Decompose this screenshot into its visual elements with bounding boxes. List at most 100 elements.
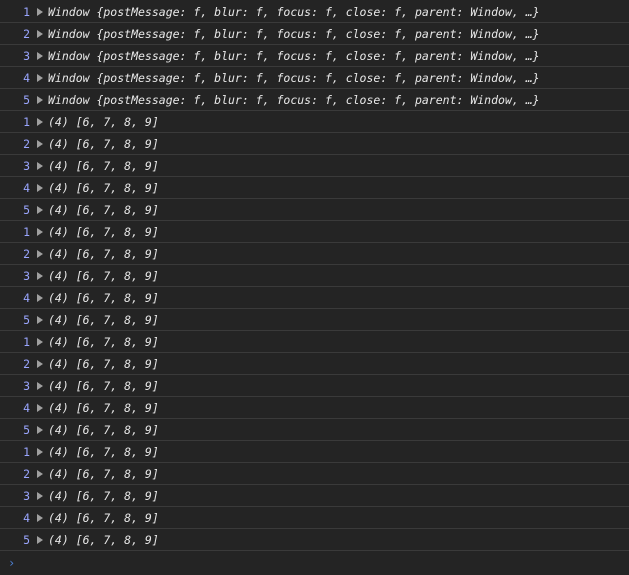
repeat-count: 2 <box>23 356 30 371</box>
expand-triangle-icon[interactable] <box>37 205 43 214</box>
array-preview[interactable]: (4) [6, 7, 8, 9] <box>48 159 159 173</box>
expand-triangle-icon[interactable] <box>37 249 43 258</box>
console-row-array[interactable]: 2 (4) [6, 7, 8, 9] <box>0 243 629 265</box>
console-row-array[interactable]: 4 (4) [6, 7, 8, 9] <box>0 507 629 529</box>
window-object-preview[interactable]: Window {postMessage: f, blur: f, focus: … <box>48 27 540 41</box>
console-row-window[interactable]: 5 Window {postMessage: f, blur: f, focus… <box>0 89 629 111</box>
repeat-count: 5 <box>23 532 30 547</box>
expand-triangle-icon[interactable] <box>37 403 43 412</box>
expand-triangle-icon[interactable] <box>37 271 43 280</box>
repeat-count: 5 <box>23 92 30 107</box>
expand-triangle-icon[interactable] <box>37 359 43 368</box>
array-preview[interactable]: (4) [6, 7, 8, 9] <box>48 137 159 151</box>
expand-triangle-icon[interactable] <box>37 513 43 522</box>
console-row-array[interactable]: 5 (4) [6, 7, 8, 9] <box>0 419 629 441</box>
array-preview[interactable]: (4) [6, 7, 8, 9] <box>48 269 159 283</box>
repeat-count: 3 <box>23 378 30 393</box>
repeat-count: 1 <box>23 224 30 239</box>
console-row-array[interactable]: 5 (4) [6, 7, 8, 9] <box>0 309 629 331</box>
expand-triangle-icon[interactable] <box>37 7 43 16</box>
expand-triangle-icon[interactable] <box>37 381 43 390</box>
array-preview[interactable]: (4) [6, 7, 8, 9] <box>48 335 159 349</box>
expand-triangle-icon[interactable] <box>37 95 43 104</box>
expand-triangle-icon[interactable] <box>37 447 43 456</box>
array-preview[interactable]: (4) [6, 7, 8, 9] <box>48 291 159 305</box>
window-object-preview[interactable]: Window {postMessage: f, blur: f, focus: … <box>48 71 540 85</box>
expand-triangle-icon[interactable] <box>37 161 43 170</box>
expand-triangle-icon[interactable] <box>37 117 43 126</box>
expand-triangle-icon[interactable] <box>37 535 43 544</box>
console-row-array[interactable]: 1 (4) [6, 7, 8, 9] <box>0 111 629 133</box>
expand-triangle-icon[interactable] <box>37 51 43 60</box>
console-row-window[interactable]: 3 Window {postMessage: f, blur: f, focus… <box>0 45 629 67</box>
expand-triangle-icon[interactable] <box>37 227 43 236</box>
expand-triangle-icon[interactable] <box>37 469 43 478</box>
window-object-preview[interactable]: Window {postMessage: f, blur: f, focus: … <box>48 93 540 107</box>
console-row-array[interactable]: 2 (4) [6, 7, 8, 9] <box>0 463 629 485</box>
array-preview[interactable]: (4) [6, 7, 8, 9] <box>48 401 159 415</box>
repeat-count: 2 <box>23 26 30 41</box>
expand-triangle-icon[interactable] <box>37 315 43 324</box>
array-preview[interactable]: (4) [6, 7, 8, 9] <box>48 313 159 327</box>
expand-triangle-icon[interactable] <box>37 491 43 500</box>
expand-triangle-icon[interactable] <box>37 73 43 82</box>
expand-triangle-icon[interactable] <box>37 183 43 192</box>
console-row-array[interactable]: 4 (4) [6, 7, 8, 9] <box>0 287 629 309</box>
repeat-count: 3 <box>23 268 30 283</box>
array-preview[interactable]: (4) [6, 7, 8, 9] <box>48 225 159 239</box>
console-row-array[interactable]: 3 (4) [6, 7, 8, 9] <box>0 155 629 177</box>
repeat-count: 4 <box>23 180 30 195</box>
expand-triangle-icon[interactable] <box>37 139 43 148</box>
array-preview[interactable]: (4) [6, 7, 8, 9] <box>48 181 159 195</box>
array-preview[interactable]: (4) [6, 7, 8, 9] <box>48 379 159 393</box>
array-preview[interactable]: (4) [6, 7, 8, 9] <box>48 445 159 459</box>
array-preview[interactable]: (4) [6, 7, 8, 9] <box>48 467 159 481</box>
expand-triangle-icon[interactable] <box>37 293 43 302</box>
devtools-console: 1 Window {postMessage: f, blur: f, focus… <box>0 0 629 575</box>
array-preview[interactable]: (4) [6, 7, 8, 9] <box>48 423 159 437</box>
console-row-array[interactable]: 3 (4) [6, 7, 8, 9] <box>0 265 629 287</box>
console-messages: 1 Window {postMessage: f, blur: f, focus… <box>0 0 629 551</box>
console-row-array[interactable]: 5 (4) [6, 7, 8, 9] <box>0 199 629 221</box>
console-row-window[interactable]: 2 Window {postMessage: f, blur: f, focus… <box>0 23 629 45</box>
array-preview[interactable]: (4) [6, 7, 8, 9] <box>48 533 159 547</box>
repeat-count: 1 <box>23 4 30 19</box>
repeat-count: 4 <box>23 510 30 525</box>
repeat-count: 2 <box>23 136 30 151</box>
array-preview[interactable]: (4) [6, 7, 8, 9] <box>48 115 159 129</box>
repeat-count: 3 <box>23 48 30 63</box>
console-row-array[interactable]: 2 (4) [6, 7, 8, 9] <box>0 133 629 155</box>
array-preview[interactable]: (4) [6, 7, 8, 9] <box>48 203 159 217</box>
console-row-array[interactable]: 4 (4) [6, 7, 8, 9] <box>0 177 629 199</box>
console-row-array[interactable]: 1 (4) [6, 7, 8, 9] <box>0 331 629 353</box>
window-object-preview[interactable]: Window {postMessage: f, blur: f, focus: … <box>48 49 540 63</box>
console-row-array[interactable]: 4 (4) [6, 7, 8, 9] <box>0 397 629 419</box>
array-preview[interactable]: (4) [6, 7, 8, 9] <box>48 511 159 525</box>
console-row-array[interactable]: 5 (4) [6, 7, 8, 9] <box>0 529 629 551</box>
repeat-count: 1 <box>23 114 30 129</box>
expand-triangle-icon[interactable] <box>37 337 43 346</box>
repeat-count: 4 <box>23 70 30 85</box>
console-row-array[interactable]: 1 (4) [6, 7, 8, 9] <box>0 441 629 463</box>
repeat-count: 2 <box>23 466 30 481</box>
console-row-array[interactable]: 3 (4) [6, 7, 8, 9] <box>0 485 629 507</box>
array-preview[interactable]: (4) [6, 7, 8, 9] <box>48 247 159 261</box>
console-row-array[interactable]: 3 (4) [6, 7, 8, 9] <box>0 375 629 397</box>
array-preview[interactable]: (4) [6, 7, 8, 9] <box>48 489 159 503</box>
repeat-count: 4 <box>23 400 30 415</box>
console-input-line[interactable]: › <box>0 549 629 575</box>
console-row-array[interactable]: 2 (4) [6, 7, 8, 9] <box>0 353 629 375</box>
window-object-preview[interactable]: Window {postMessage: f, blur: f, focus: … <box>48 5 540 19</box>
repeat-count: 1 <box>23 444 30 459</box>
console-row-window[interactable]: 4 Window {postMessage: f, blur: f, focus… <box>0 67 629 89</box>
console-row-window[interactable]: 1 Window {postMessage: f, blur: f, focus… <box>0 1 629 23</box>
console-row-array[interactable]: 1 (4) [6, 7, 8, 9] <box>0 221 629 243</box>
expand-triangle-icon[interactable] <box>37 29 43 38</box>
expand-triangle-icon[interactable] <box>37 425 43 434</box>
array-preview[interactable]: (4) [6, 7, 8, 9] <box>48 357 159 371</box>
repeat-count: 5 <box>23 312 30 327</box>
repeat-count: 1 <box>23 334 30 349</box>
repeat-count: 5 <box>23 202 30 217</box>
repeat-count: 2 <box>23 246 30 261</box>
prompt-chevron-icon: › <box>8 556 16 570</box>
